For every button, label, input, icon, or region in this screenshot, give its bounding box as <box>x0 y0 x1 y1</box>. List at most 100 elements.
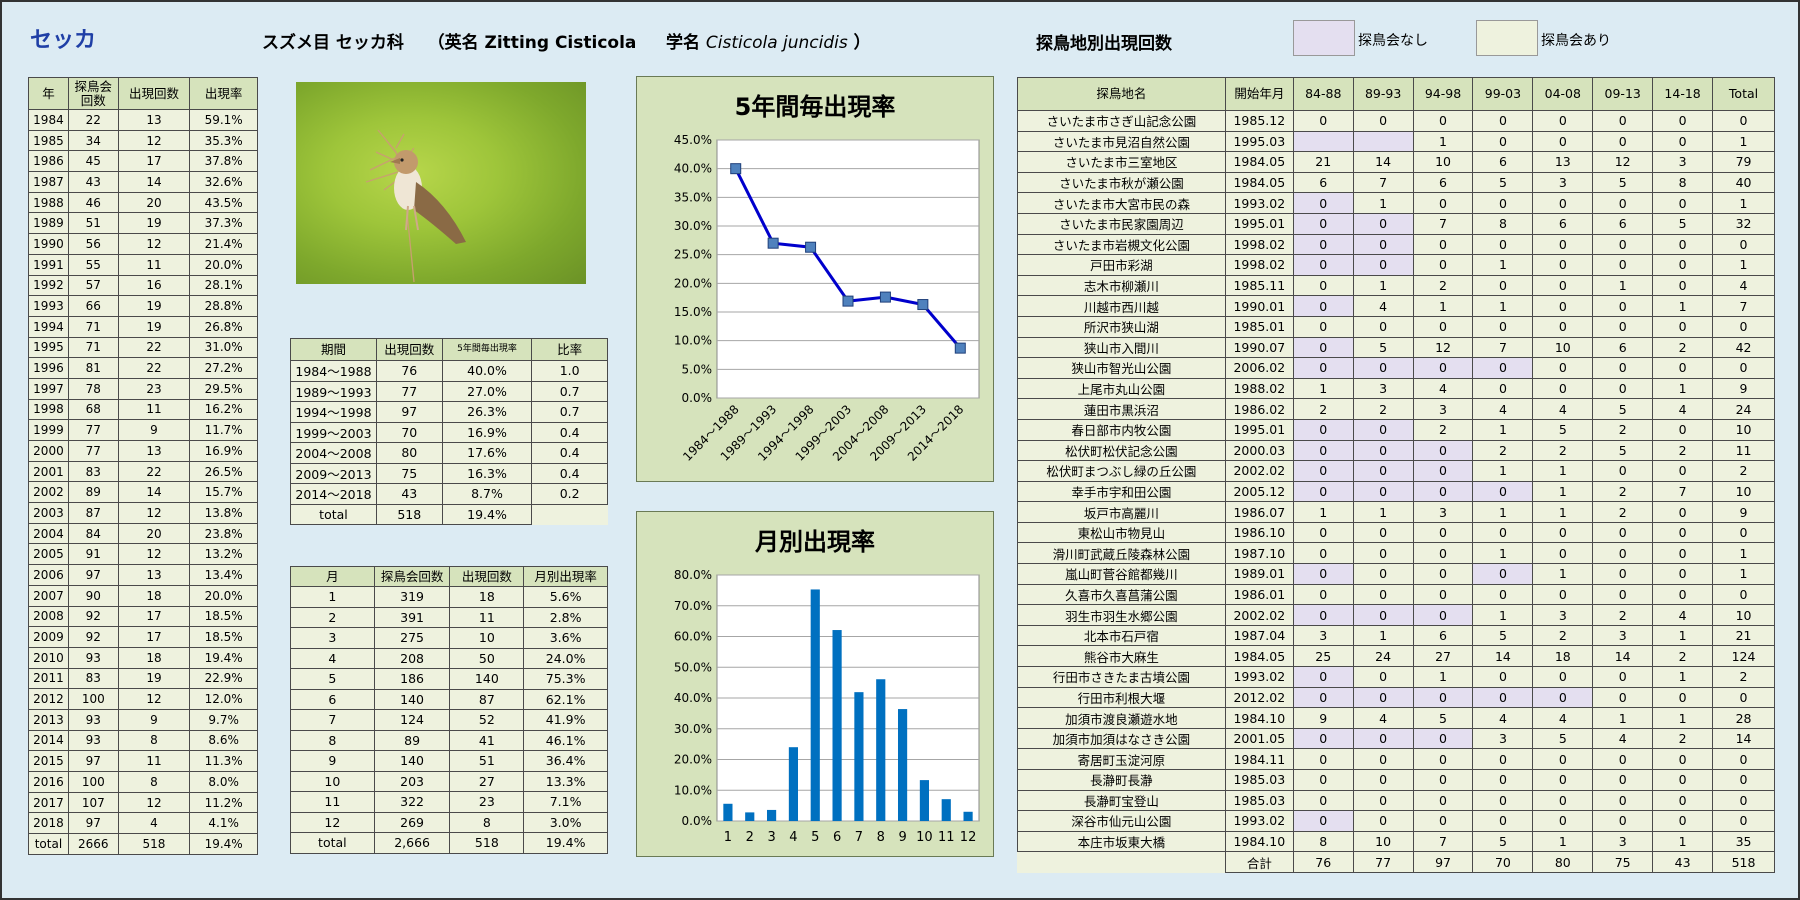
site-cell: 40 <box>1712 171 1775 194</box>
site-row: 久喜市久喜菖蒲公園 1986.01 0 0 0 0 0 0 0 0 <box>1017 583 1775 606</box>
month-cell: 11 <box>290 791 375 813</box>
yearly-cell: 15.7% <box>189 481 258 504</box>
site-header-cell: 89-93 <box>1352 77 1414 111</box>
site-cell: 狭山市智光山公園 <box>1017 357 1226 379</box>
site-cell: 0 <box>1532 130 1594 153</box>
site-cell: 行田市さきたま古墳公園 <box>1017 666 1226 688</box>
site-cell: 0 <box>1352 748 1414 770</box>
month-row: 10 203 27 13.3% <box>290 770 608 792</box>
site-cell: 1985.01 <box>1224 315 1294 338</box>
header-closing: ） <box>853 33 871 53</box>
site-cell: 4 <box>1352 707 1414 729</box>
yearly-cell: 14 <box>117 171 191 193</box>
order-family: スズメ目 セッカ科 <box>262 33 404 53</box>
yearly-row: 1999 77 9 11.7% <box>28 419 258 441</box>
site-cell: 1 <box>1472 418 1534 441</box>
site-row: さいたま市三室地区 1984.05 21 14 10 6 13 12 3 79 <box>1017 151 1775 173</box>
site-cell: 0 <box>1412 439 1474 462</box>
yearly-cell: 9 <box>117 708 191 731</box>
yearly-cell: 2007 <box>28 584 69 607</box>
yearly-cell: 18.5% <box>189 626 258 648</box>
period-cell: 76 <box>375 360 443 382</box>
yearly-cell: 18 <box>117 584 191 607</box>
site-cell: 1984.05 <box>1224 151 1294 173</box>
site-row: 坂戸市高麗川 1986.07 1 1 3 1 1 2 0 9 <box>1017 501 1775 523</box>
yearly-cell: 97 <box>67 750 119 772</box>
yearly-total-cell: 2666 <box>67 833 119 855</box>
site-cell: 0 <box>1592 563 1654 585</box>
site-cell: 0 <box>1292 192 1354 214</box>
month-total-cell: 2,666 <box>373 832 451 854</box>
site-cell: 0 <box>1652 769 1714 791</box>
period-cell: 70 <box>375 421 443 443</box>
site-cell: 0 <box>1352 604 1414 626</box>
site-cell: 0 <box>1592 583 1654 606</box>
month-cell: 27 <box>449 770 525 792</box>
yearly-cell: 77 <box>67 419 119 441</box>
site-row: さいたま市秋が瀬公園 1984.05 6 7 6 5 3 5 8 40 <box>1017 171 1775 194</box>
site-cell: 1 <box>1472 542 1534 565</box>
site-cell: 1 <box>1712 192 1775 214</box>
site-cell: 0 <box>1532 192 1594 214</box>
yearly-cell: 11 <box>117 253 191 276</box>
site-total-cell: 合計 <box>1224 851 1294 873</box>
month-cell: 18 <box>449 586 525 608</box>
site-cell: 5 <box>1592 171 1654 194</box>
site-cell: 11 <box>1712 439 1775 462</box>
site-cell: 上尾市丸山公園 <box>1017 377 1226 400</box>
site-cell: 0 <box>1472 583 1534 606</box>
site-cell: 0 <box>1532 377 1594 400</box>
site-row: 滑川町武蔵丘陵森林公園 1987.10 0 0 0 1 0 0 0 1 <box>1017 542 1775 565</box>
site-cell: 1 <box>1652 377 1714 400</box>
site-cell: 9 <box>1292 707 1354 729</box>
bar-mark <box>788 747 799 821</box>
site-cell: 1990.07 <box>1224 336 1294 359</box>
site-cell: 0 <box>1652 192 1714 214</box>
period-row: 1999〜2003 70 16.9% 0.4 <box>290 421 608 443</box>
yearly-cell: 12 <box>117 543 191 566</box>
site-cell: 28 <box>1712 707 1775 729</box>
site-cell: 3 <box>1292 624 1354 647</box>
site-cell: 0 <box>1412 686 1474 709</box>
period-cell: 43 <box>375 483 443 505</box>
site-cell: 松伏町まつぶし緑の丘公園 <box>1017 460 1226 482</box>
site-cell: 12 <box>1592 151 1654 173</box>
month-cell: 10 <box>449 627 525 649</box>
yearly-cell: 9 <box>117 419 191 441</box>
yearly-header-cell: 出現回数 <box>117 77 191 110</box>
site-cell: 7 <box>1352 171 1414 194</box>
line-y-tick-label: 45.0% <box>674 133 712 147</box>
site-cell: 0 <box>1592 110 1654 132</box>
site-cell: 1 <box>1532 563 1594 585</box>
site-cell: 0 <box>1712 810 1775 832</box>
site-cell: 25 <box>1292 645 1354 668</box>
month-total-row: total 2,666 518 19.4% <box>290 832 608 854</box>
site-cell: 1 <box>1712 254 1775 276</box>
yearly-cell: 16.9% <box>189 440 258 462</box>
yearly-cell: 83 <box>67 460 119 483</box>
site-cell: 0 <box>1652 563 1714 585</box>
month-total-cell: 19.4% <box>523 832 608 854</box>
site-cell: 0 <box>1292 439 1354 462</box>
month-header-cell: 月別出現率 <box>523 566 608 587</box>
month-cell: 3.6% <box>523 627 608 649</box>
site-cell: 深谷市仙元山公園 <box>1017 810 1226 832</box>
yearly-header-cell: 探鳥会 回数 <box>67 77 119 110</box>
yearly-cell: 4.1% <box>189 812 258 835</box>
yearly-cell: 19 <box>117 295 191 317</box>
period-cell: 1989〜1993 <box>290 380 377 402</box>
month-cell: 62.1% <box>523 688 608 710</box>
site-row: 松伏町まつぶし緑の丘公園 2002.02 0 0 0 1 1 0 0 2 <box>1017 460 1775 482</box>
site-cell: 0 <box>1292 295 1354 317</box>
site-cell: 0 <box>1532 110 1594 132</box>
yearly-cell: 16 <box>117 274 191 297</box>
scientific-name: Cisticola juncidis <box>705 33 848 53</box>
yearly-cell: 91 <box>67 543 119 566</box>
bar-mark <box>897 709 908 821</box>
site-header-row: 探鳥地名 開始年月 84-88 89-93 94-98 99-03 04-08 09-13 14… <box>1017 77 1775 111</box>
month-cell: 140 <box>373 688 451 710</box>
month-row: 6 140 87 62.1% <box>290 688 608 710</box>
site-cell: 0 <box>1412 748 1474 770</box>
line-plot-area <box>716 139 980 399</box>
site-cell: 14 <box>1472 645 1534 668</box>
